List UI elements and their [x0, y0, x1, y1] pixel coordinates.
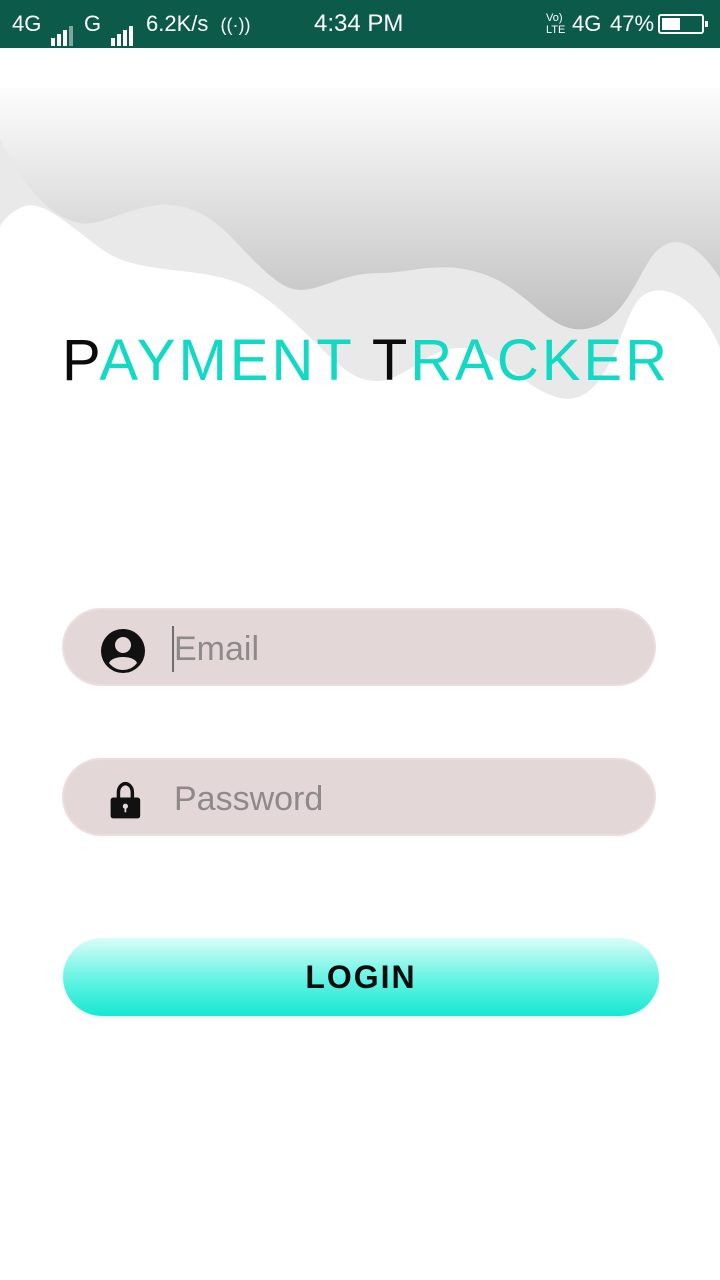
signal-bars-icon: [111, 0, 135, 47]
battery-percent: 47%: [610, 11, 655, 36]
volte-indicator: Vo) LTE: [546, 12, 566, 36]
clock: 4:34 PM: [314, 10, 404, 37]
speed-label: 6.2K/s: [146, 11, 209, 36]
network-type-label: 4G: [12, 11, 42, 36]
password-placeholder: Password: [174, 780, 324, 818]
network-indicator-2: G: [84, 0, 135, 48]
logo-word-payment: AYMENT: [99, 328, 354, 393]
network-indicator-3: 4G: [572, 11, 602, 36]
battery-icon: [658, 14, 708, 34]
network-speed: 6.2K/s ((·)): [146, 0, 250, 48]
logo-word-tracker: RACKER: [410, 328, 670, 393]
account-circle-icon: [101, 629, 145, 673]
lock-icon: [110, 781, 141, 819]
signal-bars-icon: [51, 0, 75, 47]
hotspot-icon: ((·)): [220, 15, 251, 35]
email-field[interactable]: Email: [62, 608, 656, 686]
network-type-label: G: [84, 11, 102, 36]
app-logo: PAYMENT TRACKER: [62, 325, 682, 397]
network-indicator-1: 4G: [12, 0, 75, 48]
status-bar: 4G G 6.2K/s ((·)) 4:34 PM Vo) LTE 4G 47%: [0, 0, 720, 48]
logo-initial-p: P: [62, 328, 100, 393]
battery-nub: [705, 21, 708, 27]
email-placeholder: Email: [174, 630, 260, 668]
login-button[interactable]: LOGIN: [63, 938, 659, 1016]
battery-fill: [662, 18, 680, 30]
logo-initial-t: T: [371, 328, 411, 393]
password-field[interactable]: Password: [62, 758, 656, 836]
